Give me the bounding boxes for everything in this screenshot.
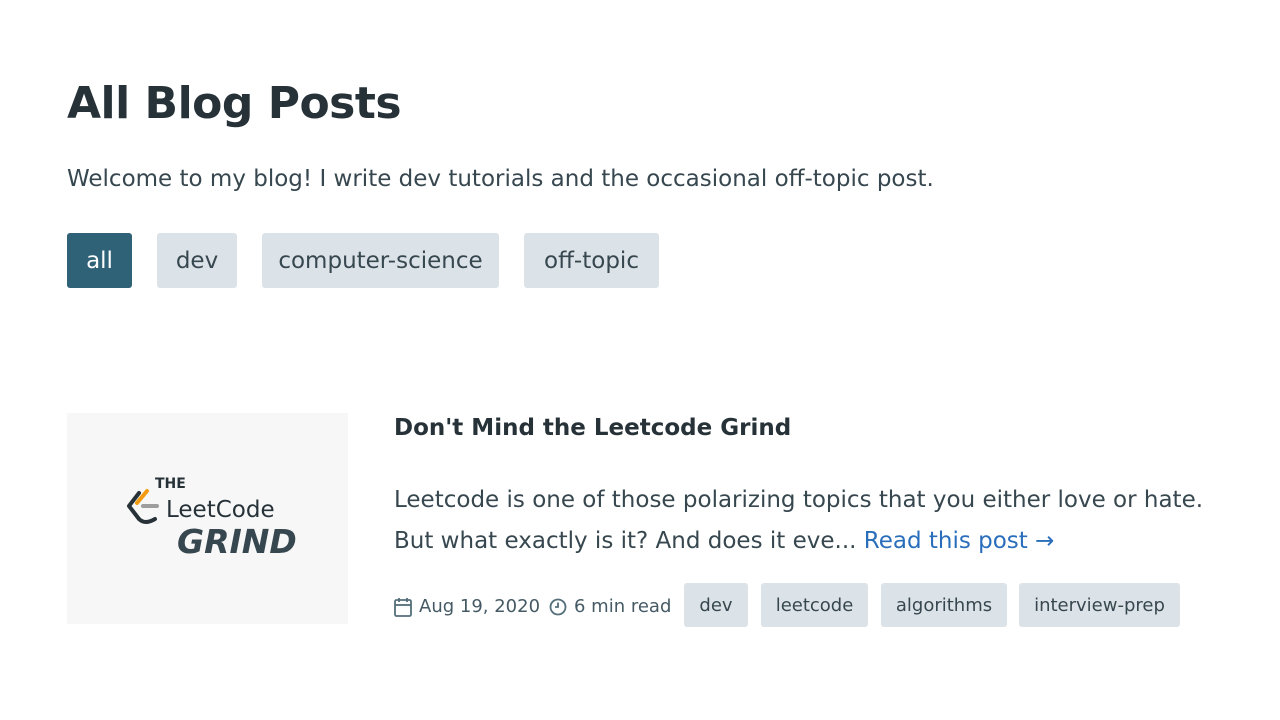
post-read-time-text: 6 min read [574,596,672,617]
filter-all[interactable]: all [67,233,132,288]
page-title: All Blog Posts [67,78,402,129]
post-thumbnail[interactable]: THE LeetCode GRIND [67,413,348,624]
post-tag-leetcode[interactable]: leetcode [761,583,868,627]
clock-icon [549,598,567,615]
calendar-icon [394,597,412,617]
post-title[interactable]: Don't Mind the Leetcode Grind [394,415,791,441]
logo-line1: THE [155,476,186,492]
blog-index-page: All Blog Posts Welcome to my blog! I wri… [0,0,1280,720]
excerpt-text: Leetcode is one of those polarizing topi… [394,487,1204,554]
post-excerpt: Leetcode is one of those polarizing topi… [394,480,1214,562]
leetcode-grind-logo: THE LeetCode GRIND [127,476,297,561]
post-tag-algorithms[interactable]: algorithms [881,583,1007,627]
logo-line3: GRIND [177,522,297,561]
filter-off-topic[interactable]: off-topic [524,233,659,288]
logo-line2: LeetCode [166,497,275,523]
post-tag-interview-prep[interactable]: interview-prep [1019,583,1180,627]
post-tag-dev[interactable]: dev [684,583,748,627]
filter-computer-science[interactable]: computer-science [262,233,499,288]
post-date-text: Aug 19, 2020 [419,596,541,617]
post-read-time: 6 min read [549,585,671,628]
filter-dev[interactable]: dev [157,233,237,288]
intro-text: Welcome to my blog! I write dev tutorial… [67,166,934,192]
post-date: Aug 19, 2020 [394,585,540,628]
read-post-link[interactable]: Read this post → [864,528,1055,554]
